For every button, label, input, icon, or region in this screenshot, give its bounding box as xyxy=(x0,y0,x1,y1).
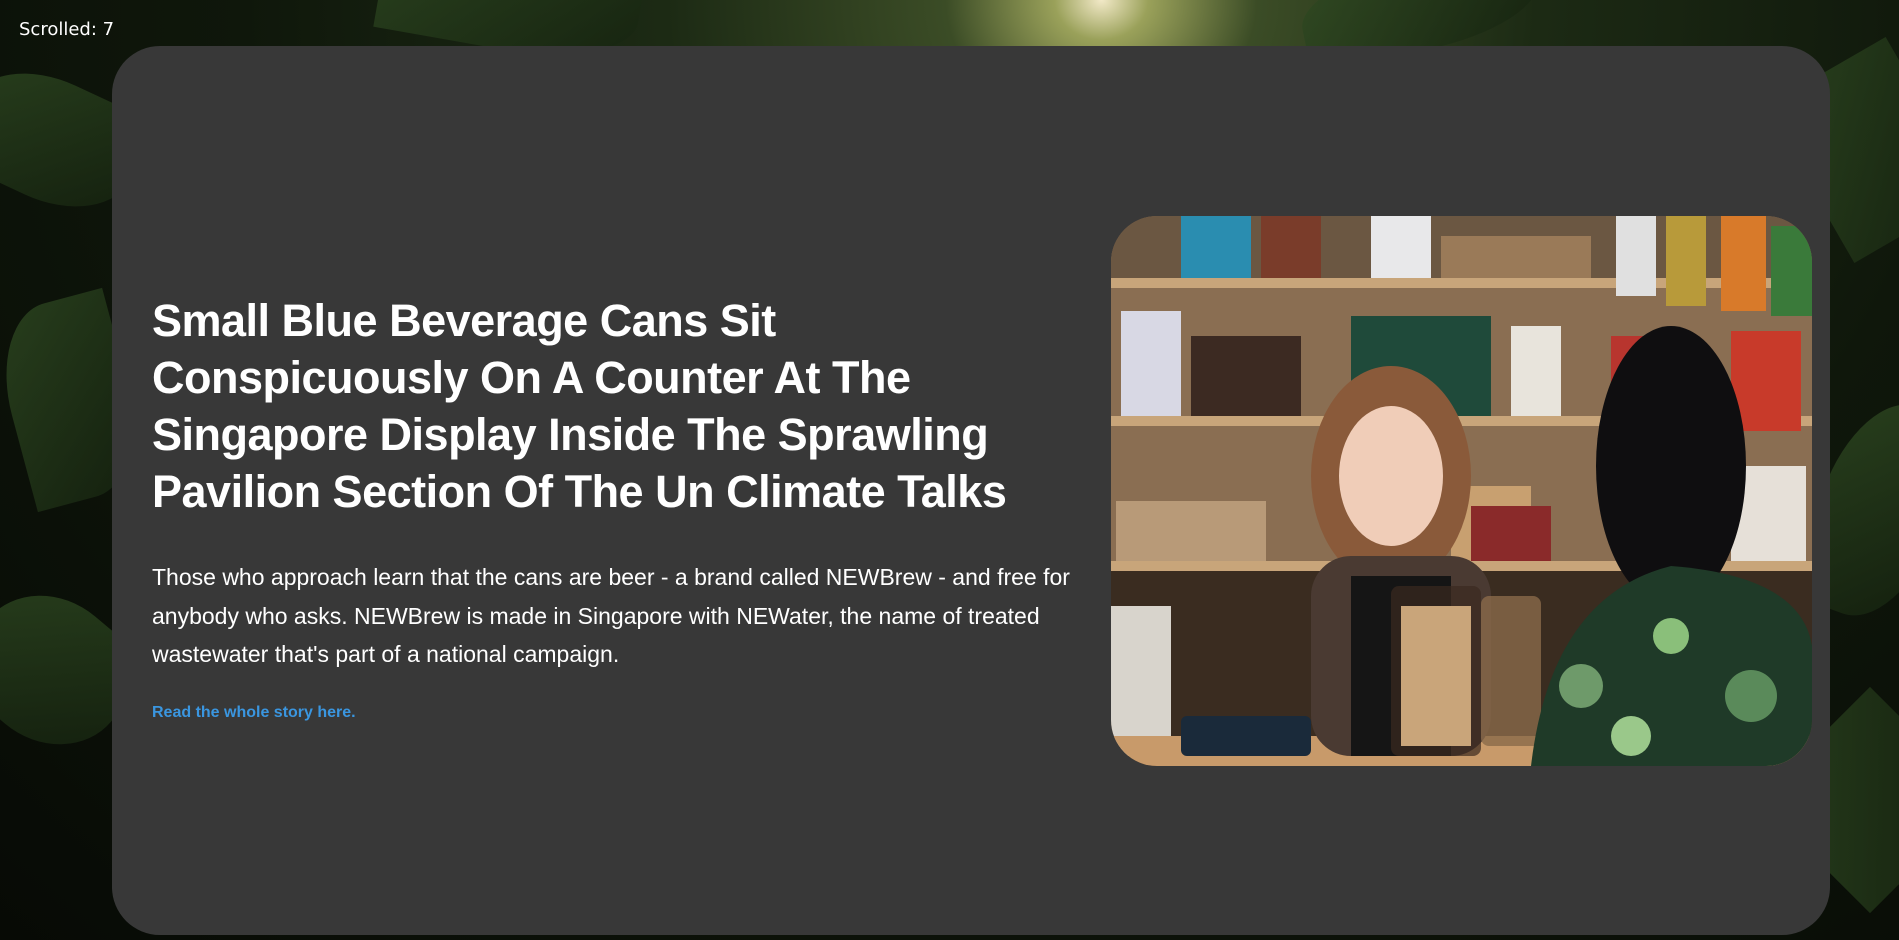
article-headline: Small Blue Beverage Cans Sit Conspicuous… xyxy=(152,295,1007,517)
story-photo xyxy=(1111,216,1812,766)
article-card: Small Blue Beverage Cans Sit Conspicuous… xyxy=(112,46,1830,935)
article-body: Those who approach learn that the cans a… xyxy=(152,564,1070,667)
article-text: Small Blue Beverage Cans Sit Conspicuous… xyxy=(152,292,1102,722)
scroll-indicator: Scrolled: 7 xyxy=(19,19,115,40)
read-story-link[interactable]: Read the whole story here. xyxy=(152,704,356,722)
